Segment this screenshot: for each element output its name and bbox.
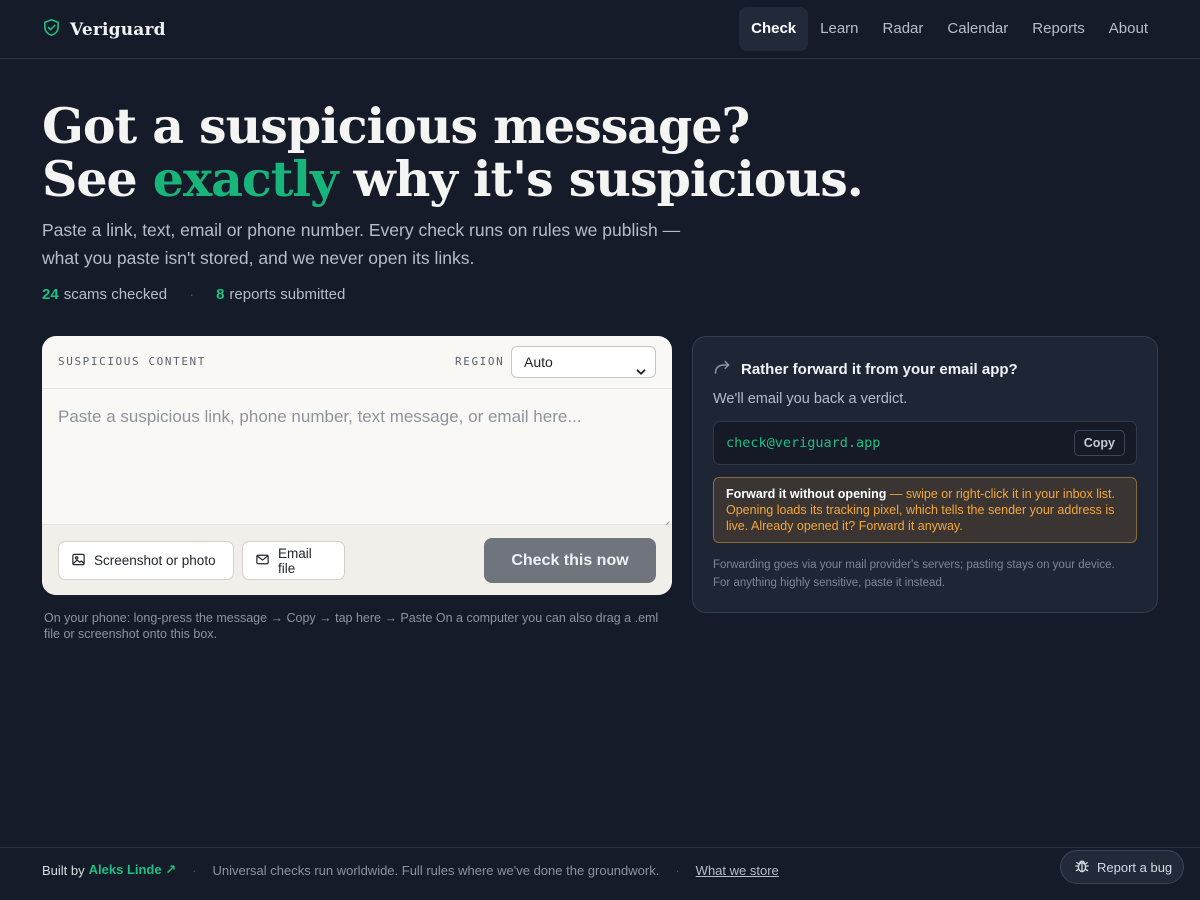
region-value: Auto — [524, 354, 553, 370]
scams-label: scams checked — [63, 286, 168, 303]
report-bug-button[interactable]: Report a bug — [1060, 850, 1184, 884]
nav-calendar[interactable]: Calendar — [935, 7, 1020, 51]
nav-about[interactable]: About — [1097, 7, 1160, 51]
reports-count: 8 — [216, 286, 225, 303]
hero-line-2-post: why it's suspicious. — [337, 150, 864, 208]
reports-label: reports submitted — [229, 286, 346, 303]
email-file-button-label: Email file — [278, 545, 312, 576]
footer-separator: · — [192, 862, 197, 878]
report-bug-label: Report a bug — [1097, 859, 1173, 875]
content-label: SUSPICIOUS CONTENT — [58, 355, 207, 368]
warning-heading: Forward it without opening — [726, 487, 887, 501]
hero-line-2-pre: See — [42, 150, 153, 208]
resize-grip-icon[interactable] — [662, 514, 670, 529]
top-nav-bar: Veriguard Check Learn Radar Calendar Rep… — [0, 0, 1200, 59]
copy-address-button[interactable]: Copy — [1073, 430, 1125, 456]
forward-description: We'll email you back a verdict. — [713, 391, 908, 407]
checker-header: SUSPICIOUS CONTENT REGION Auto — [42, 336, 672, 389]
forward-arrow-icon — [713, 358, 731, 380]
forward-card: Rather forward it from your email app? W… — [692, 336, 1158, 613]
footer-separator: · — [675, 862, 680, 878]
checker-card: SUSPICIOUS CONTENT REGION Auto Paste a s… — [42, 336, 672, 595]
hero-line-1: Got a suspicious message? — [42, 97, 750, 155]
content-placeholder: Paste a suspicious link, phone number, t… — [58, 407, 582, 426]
bug-icon — [1074, 858, 1090, 877]
image-icon — [71, 552, 86, 570]
hero-title: Got a suspicious message? See exactly wh… — [42, 100, 942, 206]
footer-tagline: Universal checks run worldwide. Full rul… — [212, 862, 660, 878]
brand-logo[interactable]: Veriguard — [42, 18, 166, 42]
hero-subtitle: Paste a link, text, email or phone numbe… — [42, 220, 681, 268]
what-we-store-link[interactable]: What we store — [696, 863, 779, 878]
check-now-button[interactable]: Check this now — [484, 538, 656, 583]
nav-learn[interactable]: Learn — [808, 7, 870, 51]
chevron-down-icon — [636, 357, 646, 375]
main-nav: Check Learn Radar Calendar Reports About — [739, 7, 1160, 51]
email-file-button[interactable]: Email file — [242, 541, 345, 580]
forward-address: check@veriguard.app — [726, 435, 881, 451]
forward-address-box: check@veriguard.app Copy — [713, 421, 1137, 465]
checker-footer: Screenshot or photo Email file Check thi… — [42, 525, 672, 595]
footer: Built by Aleks Linde ↗ · Universal check… — [0, 847, 1200, 900]
brand-name: Veriguard — [70, 20, 166, 40]
region-label: REGION — [455, 355, 505, 368]
shield-check-icon — [42, 18, 61, 42]
nav-reports[interactable]: Reports — [1020, 7, 1097, 51]
screenshot-button-label: Screenshot or photo — [94, 553, 216, 568]
forward-warning: Forward it without opening — swipe or ri… — [713, 477, 1137, 543]
nav-check[interactable]: Check — [739, 7, 809, 51]
screenshot-button[interactable]: Screenshot or photo — [58, 541, 234, 580]
author-link[interactable]: Aleks Linde ↗ — [89, 862, 176, 878]
stats-separator: · — [189, 286, 195, 303]
mail-icon — [255, 552, 270, 570]
hero-accent-word: exactly — [152, 150, 339, 208]
nav-radar[interactable]: Radar — [871, 7, 936, 51]
forward-title: Rather forward it from your email app? — [741, 360, 1018, 378]
stats-row: 24 scams checked · 8 reports submitted — [42, 286, 345, 303]
forward-title-row: Rather forward it from your email app? — [713, 358, 1018, 380]
region-select[interactable]: Auto — [511, 346, 656, 378]
footer-row: Built by Aleks Linde ↗ · Universal check… — [42, 862, 779, 878]
paste-hint: On your phone: long-press the message → … — [44, 611, 659, 641]
forward-note: Forwarding goes via your mail provider's… — [713, 559, 1115, 589]
scams-count: 24 — [42, 286, 59, 303]
built-by-label: Built by — [42, 862, 85, 878]
content-input[interactable]: Paste a suspicious link, phone number, t… — [42, 389, 672, 529]
